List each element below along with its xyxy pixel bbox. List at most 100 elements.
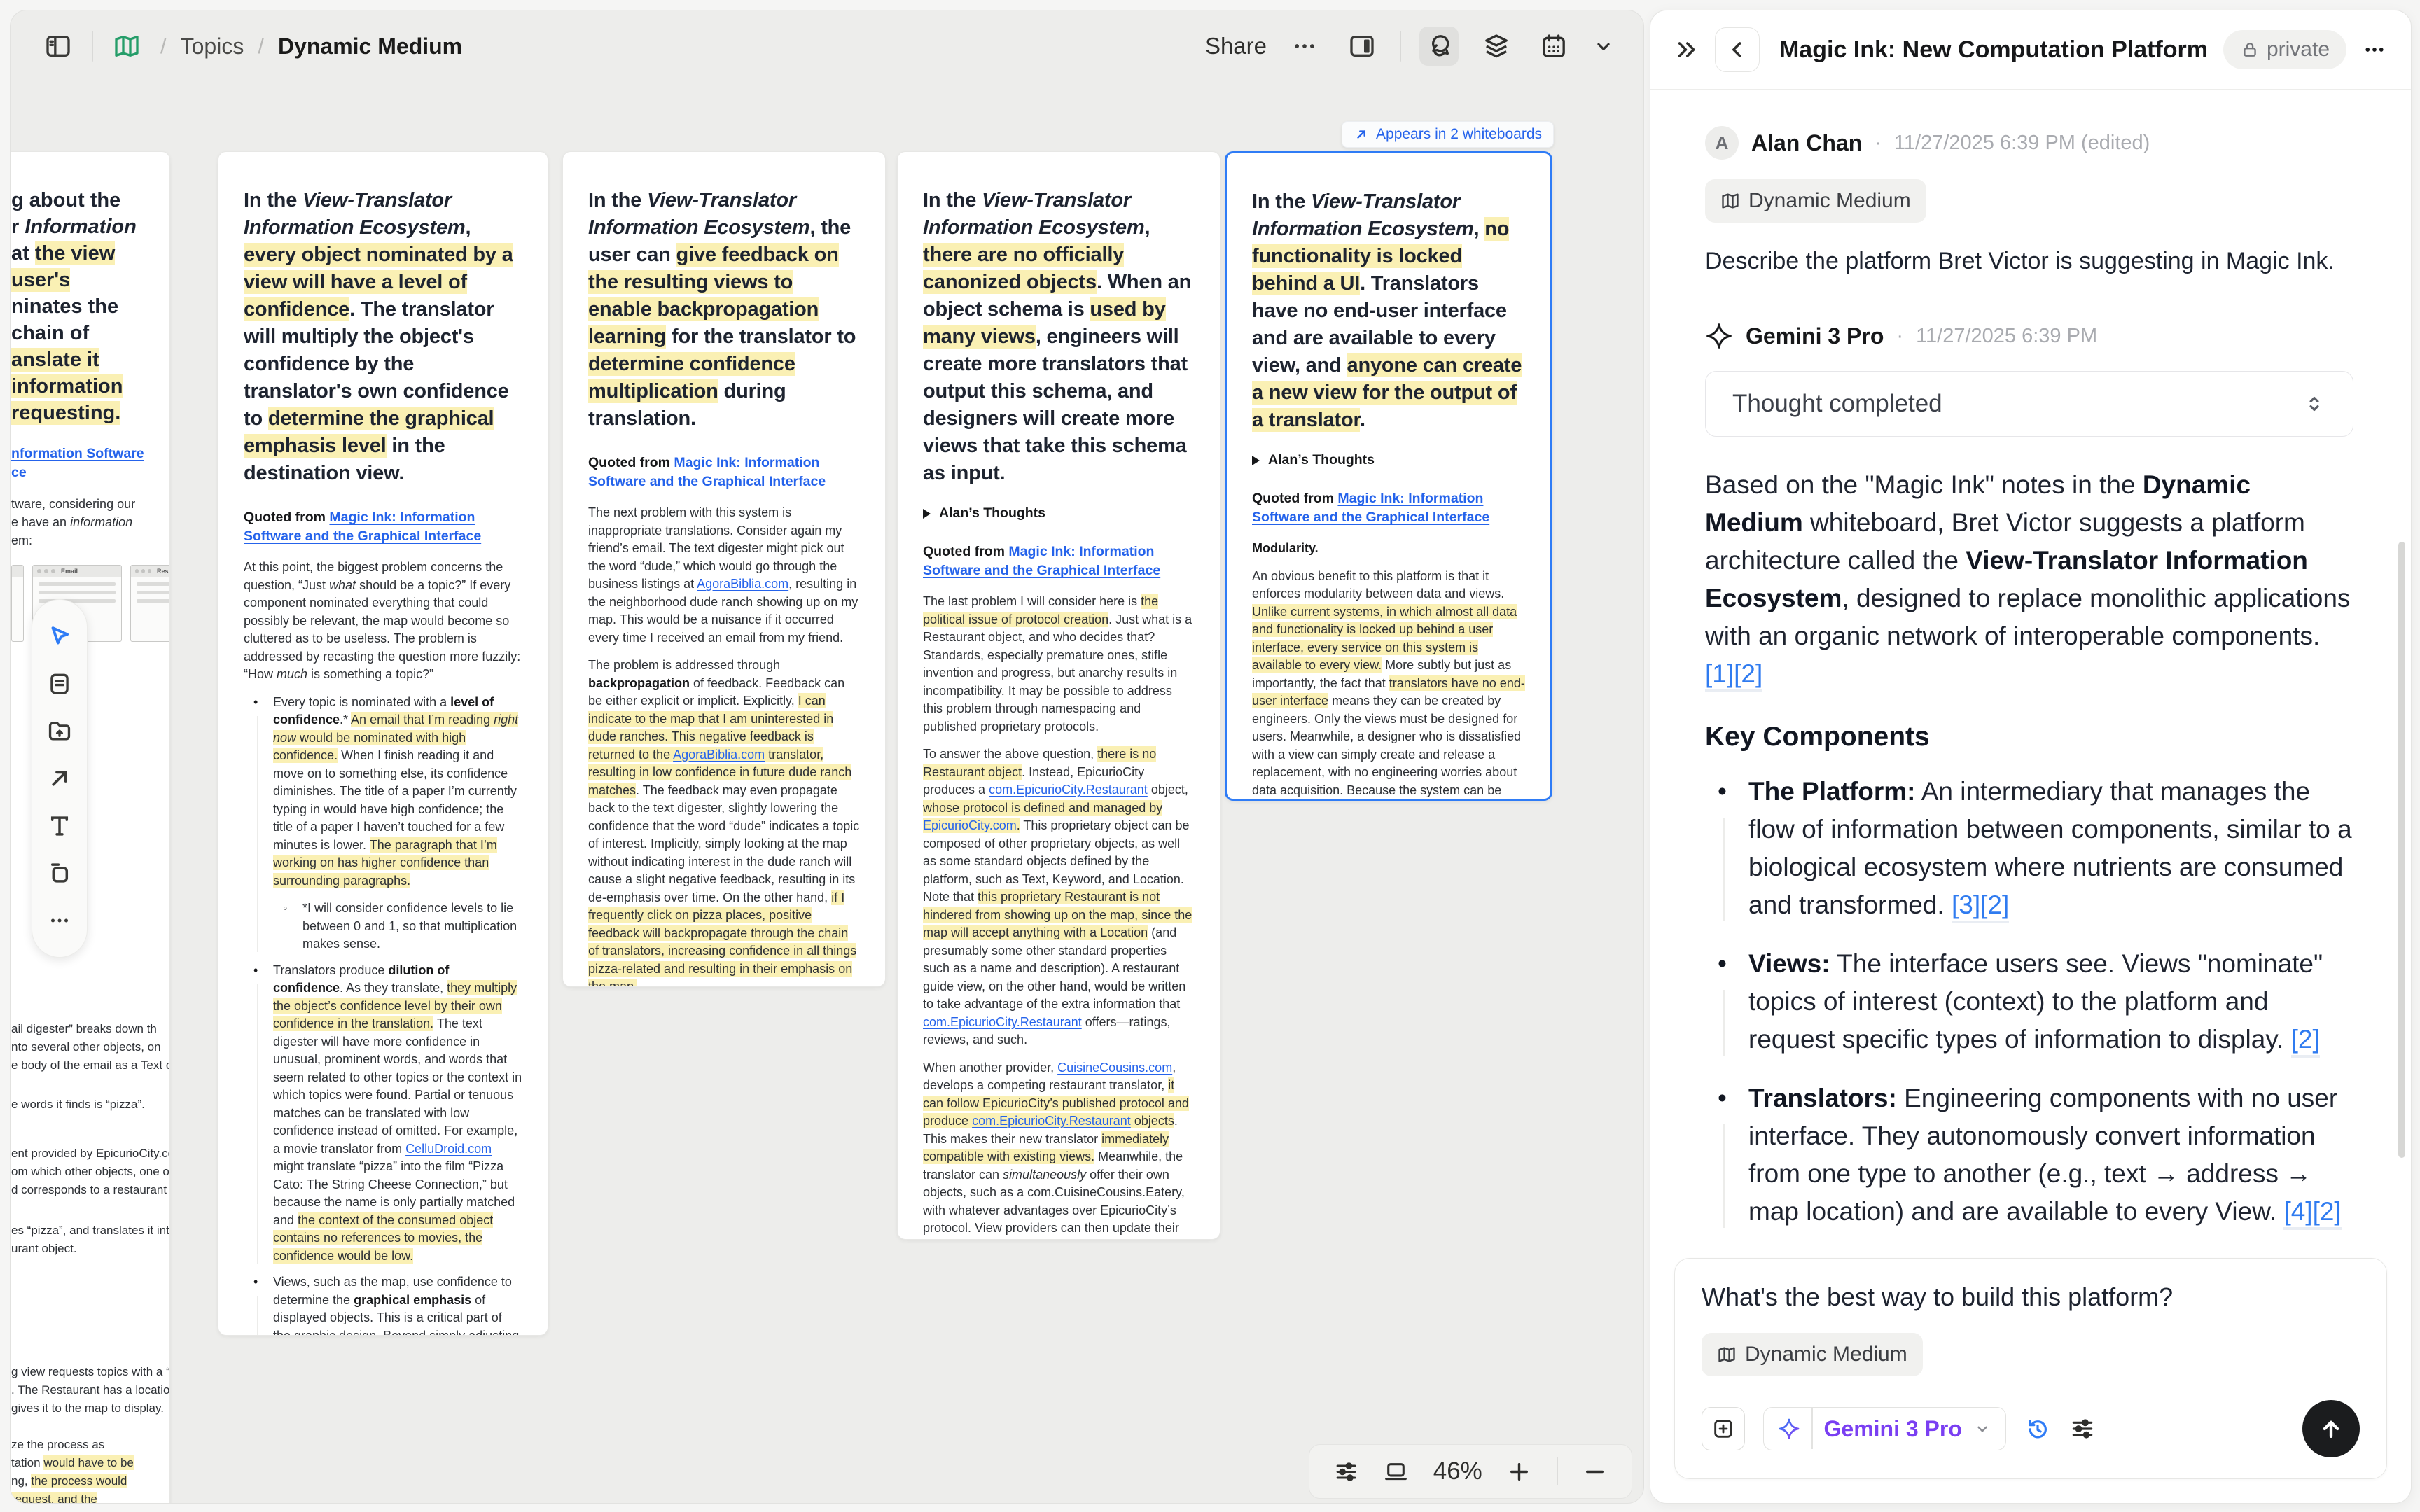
chat-input-box[interactable]: What's the best way to build this platfo… xyxy=(1674,1258,2387,1479)
zoom-out-button[interactable] xyxy=(1582,1459,1608,1485)
zoom-in-button[interactable] xyxy=(1506,1459,1532,1485)
clipped-text-fragment: g view requests topics with a “location”… xyxy=(11,1363,169,1418)
toggle-left-sidebar-button[interactable] xyxy=(39,27,78,66)
chevron-down-icon xyxy=(1592,32,1615,60)
paragraph: When another provider, CuisineCousins.co… xyxy=(923,1059,1195,1240)
source-link[interactable]: nformation Software xyxy=(11,446,144,461)
appears-in-whiteboards-badge[interactable]: Appears in 2 whiteboards xyxy=(1342,121,1554,148)
note-card-modularity[interactable]: In the View-Translator Information Ecosy… xyxy=(1225,151,1552,801)
input-context-chip[interactable]: Dynamic Medium xyxy=(1702,1333,1923,1376)
chevrons-right-icon xyxy=(1674,37,1699,62)
import-tool[interactable] xyxy=(44,715,75,746)
history-button[interactable] xyxy=(2024,1415,2051,1442)
card-heading: In the View-Translator Information Ecosy… xyxy=(923,187,1195,487)
arrow-up-right-icon xyxy=(1354,127,1369,142)
avatar: A xyxy=(1705,126,1739,160)
paragraph: The problem is addressed through backpro… xyxy=(588,657,860,987)
paragraph: The next problem with this system is ina… xyxy=(588,504,860,647)
privacy-badge: private xyxy=(2223,30,2346,69)
lock-icon xyxy=(2240,40,2260,59)
bullet-list: Every topic is nominated with a level of… xyxy=(244,694,522,1336)
list-item: The Platform: An intermediary that manag… xyxy=(1705,773,2353,924)
presentation-button[interactable] xyxy=(1383,1459,1409,1485)
more-tools[interactable] xyxy=(44,905,75,936)
model-pill-divider xyxy=(1811,1408,1813,1449)
plus-icon xyxy=(1506,1459,1532,1485)
canvas-settings-button[interactable] xyxy=(1333,1459,1359,1485)
breadcrumb-page-title[interactable]: Dynamic Medium xyxy=(278,34,462,59)
section-heading: Key Components xyxy=(1705,718,2353,756)
zoom-level[interactable]: 46% xyxy=(1433,1457,1482,1485)
clipped-text-fragment: ent provided by EpicurioCity.comom which… xyxy=(11,1144,169,1199)
card-body: The next problem with this system is ina… xyxy=(588,504,860,987)
context-chip-label: Dynamic Medium xyxy=(1748,189,1911,213)
model-selector[interactable]: Gemini 3 Pro xyxy=(1763,1407,2006,1450)
quoted-from: Quoted from Magic Ink: Information Softw… xyxy=(1252,489,1525,527)
chat-panel-button[interactable] xyxy=(1419,27,1459,66)
chat-scrollbar[interactable] xyxy=(2398,542,2405,1158)
message-separator: · xyxy=(1875,132,1882,155)
user-message-header: A Alan Chan · 11/27/2025 6:39 PM (edited… xyxy=(1705,126,2353,160)
breadcrumb-topics[interactable]: Topics xyxy=(181,34,244,59)
frame-tool[interactable] xyxy=(44,858,75,888)
calendar-button[interactable] xyxy=(1534,27,1573,66)
laptop-icon xyxy=(1383,1459,1409,1485)
list-item: Translators: Engineering components with… xyxy=(1705,1079,2353,1231)
layers-button[interactable] xyxy=(1477,27,1516,66)
assistant-message-header: Gemini 3 Pro · 11/27/2025 6:39 PM xyxy=(1705,322,2353,350)
thought-status-label: Thought completed xyxy=(1732,390,1942,418)
whiteboard-canvas[interactable]: Appears in 2 whiteboards xyxy=(11,82,1643,1503)
minus-icon xyxy=(1582,1459,1608,1485)
appears-badge-label: Appears in 2 whiteboards xyxy=(1376,126,1542,143)
breadcrumb-separator: / xyxy=(258,34,264,59)
sub-list-item: *I will consider confidence levels to li… xyxy=(273,899,522,953)
thought-status-expander[interactable]: Thought completed xyxy=(1705,371,2353,437)
model-name: Gemini 3 Pro xyxy=(1824,1416,1962,1442)
gemini-star-icon xyxy=(1778,1418,1800,1440)
select-tool[interactable] xyxy=(44,621,75,652)
toggle-right-panel-button[interactable] xyxy=(1342,27,1382,66)
card-body: The last problem I will consider here is… xyxy=(923,593,1195,1240)
paragraph: At this point, the biggest problem conce… xyxy=(244,559,522,684)
frame-icon xyxy=(46,860,73,886)
chat-title: Magic Ink: New Computation Platform xyxy=(1779,36,2208,64)
send-button[interactable] xyxy=(2302,1400,2360,1457)
thoughts-toggle[interactable]: Alan’s Thoughts xyxy=(1252,452,1525,468)
chat-bubbles-icon xyxy=(1425,32,1453,60)
user-question: Describe the platform Bret Victor is sug… xyxy=(1705,244,2353,279)
thoughts-toggle[interactable]: Alan’s Thoughts xyxy=(923,505,1195,522)
whiteboard-home-button[interactable] xyxy=(107,27,146,66)
draft-message-text[interactable]: What's the best way to build this platfo… xyxy=(1702,1282,2360,1312)
chat-more-button[interactable] xyxy=(2362,37,2387,62)
unfold-icon xyxy=(2302,392,2326,416)
arrow-tool[interactable] xyxy=(44,763,75,794)
back-button[interactable] xyxy=(1715,27,1760,72)
source-link[interactable]: ce xyxy=(11,465,27,480)
text-tool[interactable] xyxy=(44,811,75,841)
collapse-panel-button[interactable] xyxy=(1674,37,1699,62)
chat-settings-button[interactable] xyxy=(2069,1415,2096,1442)
attach-button[interactable] xyxy=(1702,1407,1745,1450)
arrow-up-icon xyxy=(2317,1415,2345,1443)
note-tool[interactable] xyxy=(44,668,75,699)
play-icon xyxy=(923,509,931,519)
context-chip[interactable]: Dynamic Medium xyxy=(1705,179,1926,223)
card-heading: In the View-Translator Information Ecosy… xyxy=(1252,188,1525,434)
card-heading: In the View-Translator Information Ecosy… xyxy=(244,187,522,487)
assistant-response: Based on the "Magic Ink" notes in the Dy… xyxy=(1705,466,2353,1238)
clipped-text-fragment: e words it finds is “pizza”. xyxy=(11,1096,169,1114)
chevron-left-icon xyxy=(1725,37,1750,62)
note-card-confidence[interactable]: In the View-Translator Information Ecosy… xyxy=(218,151,548,1336)
toolbar-expand-button[interactable] xyxy=(1592,27,1615,66)
chat-messages[interactable]: A Alan Chan · 11/27/2025 6:39 PM (edited… xyxy=(1650,90,2411,1238)
map-icon xyxy=(113,32,141,60)
paragraph: Based on the "Magic Ink" notes in the Dy… xyxy=(1705,466,2353,693)
note-card-protocols[interactable]: In the View-Translator Information Ecosy… xyxy=(897,151,1221,1240)
ellipsis-icon xyxy=(1291,32,1319,60)
share-button[interactable]: Share xyxy=(1205,33,1267,59)
card-body: Modularity.An obvious benefit to this pl… xyxy=(1252,540,1525,801)
history-clock-icon xyxy=(2024,1415,2051,1442)
more-options-button[interactable] xyxy=(1285,27,1324,66)
note-card-feedback[interactable]: In the View-Translator Information Ecosy… xyxy=(562,151,886,987)
list-item: Every topic is nominated with a level of… xyxy=(244,694,522,953)
